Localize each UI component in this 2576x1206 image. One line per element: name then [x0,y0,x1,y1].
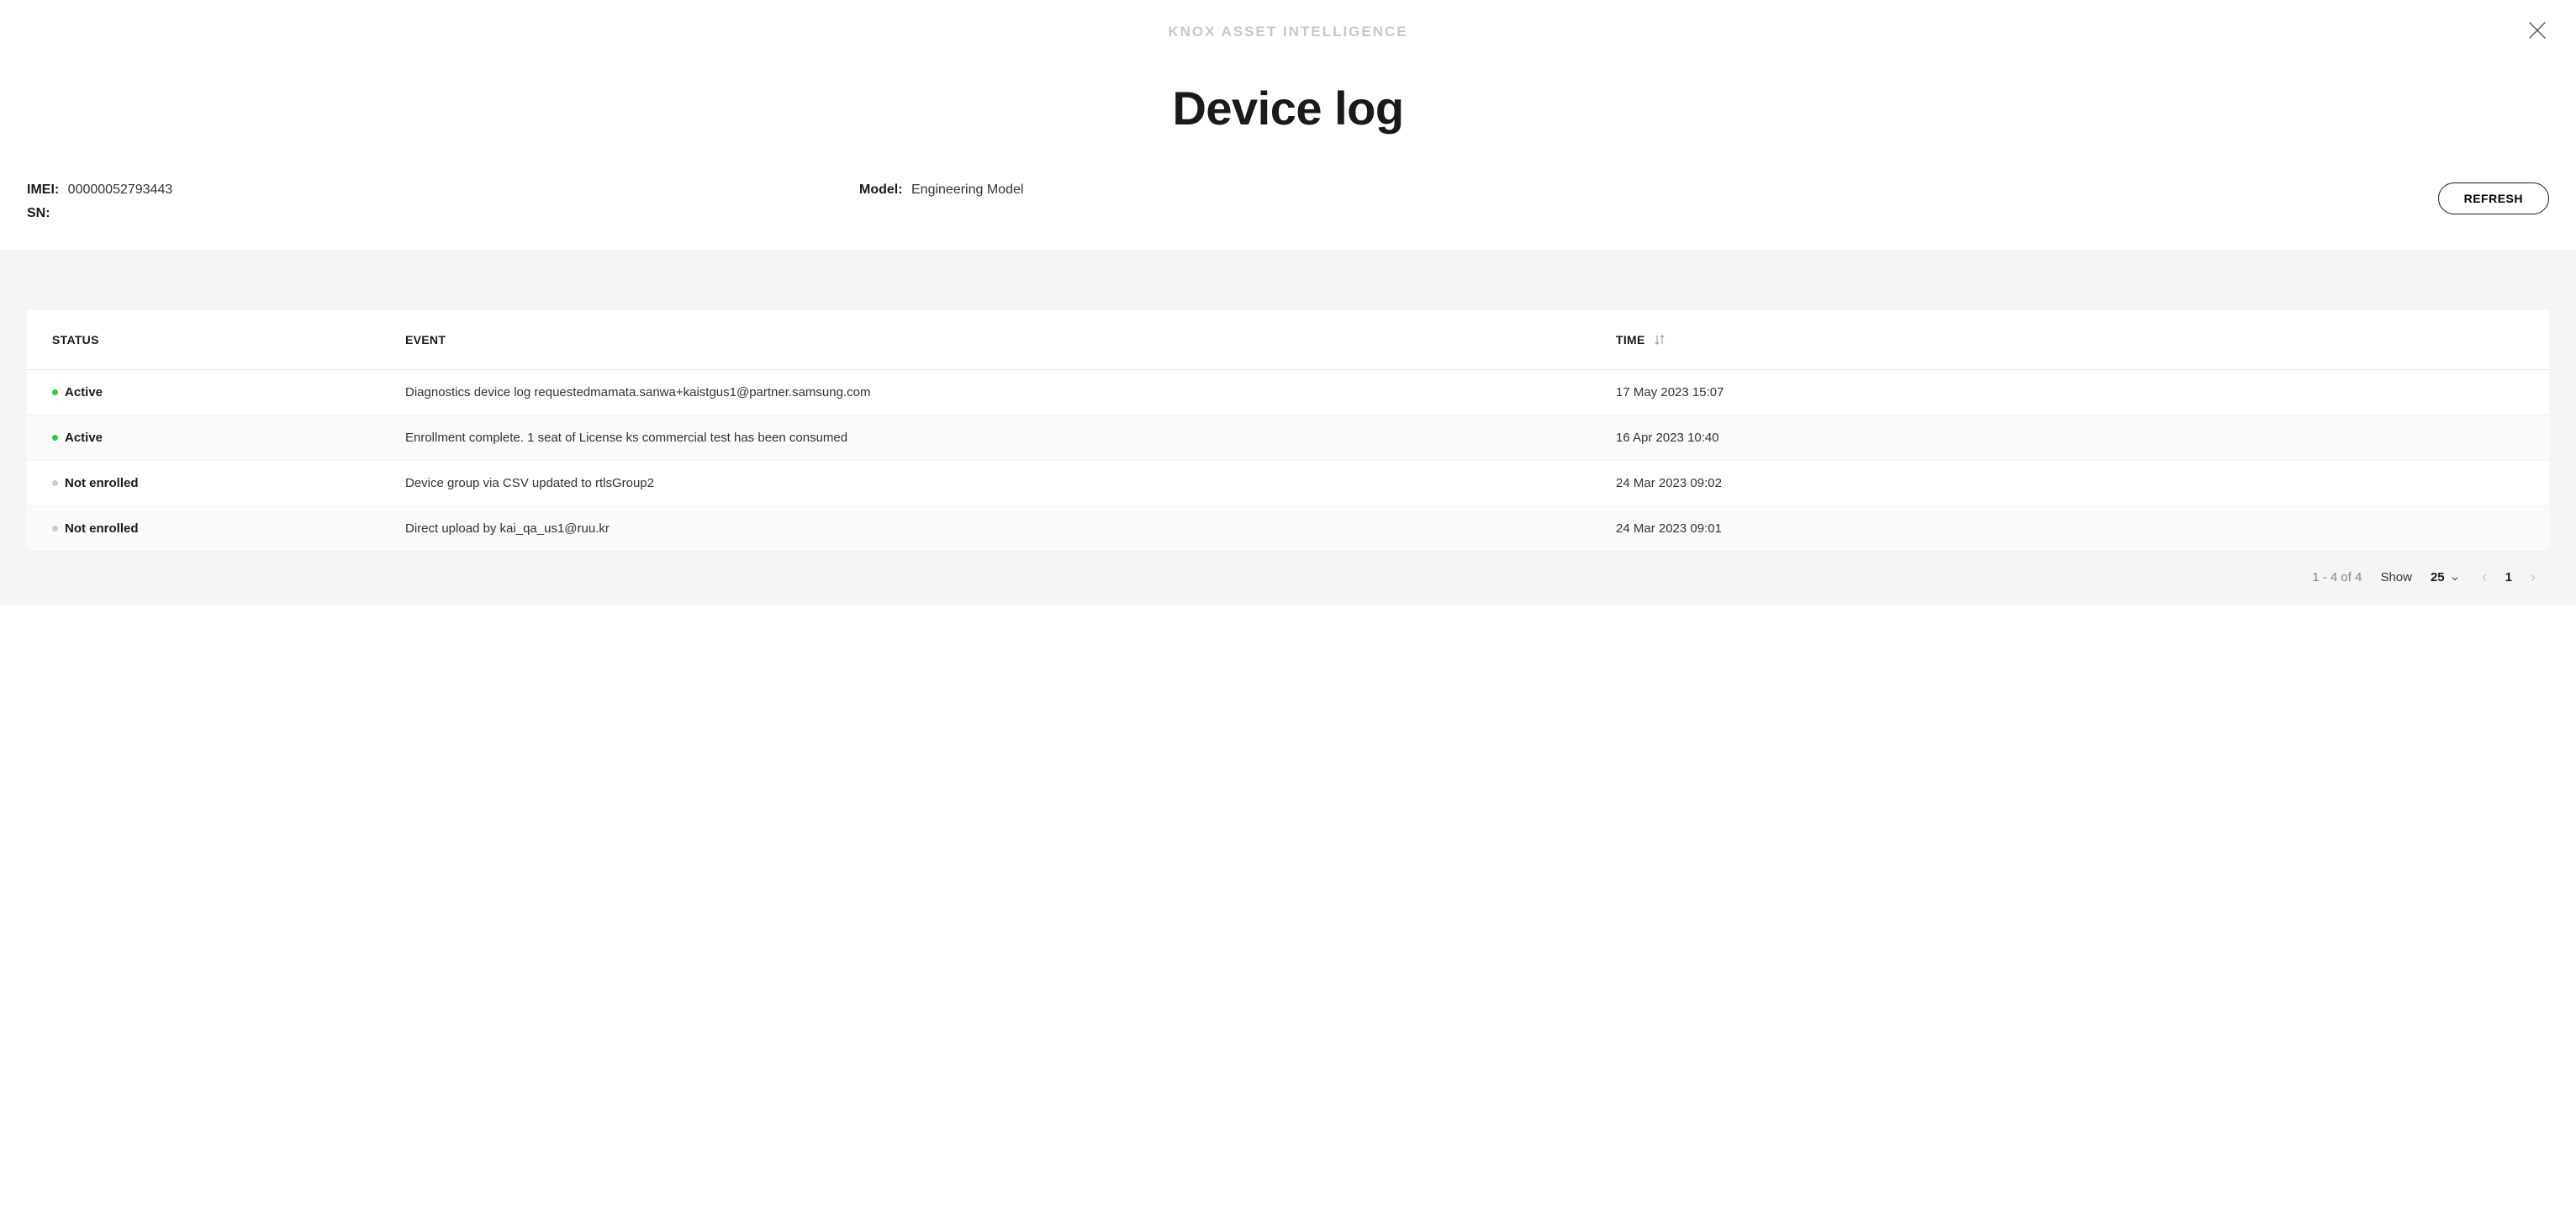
event-cell: Direct upload by kai_qa_us1@ruu.kr [380,506,1591,552]
col-header-event[interactable]: EVENT [380,310,1591,370]
chevron-down-icon [2450,573,2460,583]
col-header-time-label: TIME [1616,333,1645,346]
table-row: Active Enrollment complete. 1 seat of Lic… [27,415,2549,461]
model-value: Engineering Model [911,182,1023,197]
sn-label: SN: [27,206,50,220]
sort-icon[interactable] [1652,332,1667,347]
pager-prev-icon[interactable] [2478,572,2490,584]
time-cell: 24 Mar 2023 09:01 [1591,506,2549,552]
status-dot-icon [52,480,58,486]
status-dot-icon [52,389,58,395]
status-dot-icon [52,526,58,532]
imei-value: 00000052793443 [68,182,173,197]
status-text: Not enrolled [65,476,139,490]
col-header-time[interactable]: TIME [1591,310,2549,370]
event-cell: Device group via CSV updated to rtlsGrou… [380,461,1591,506]
table-row: Not enrolled Direct upload by kai_qa_us1@… [27,506,2549,552]
col-header-status[interactable]: STATUS [27,310,380,370]
device-log-table: STATUS EVENT TIME Active Diagnostics devi… [27,310,2549,552]
table-row: Not enrolled Device group via CSV updated… [27,461,2549,506]
status-dot-icon [52,435,58,441]
pager-page-size-value: 25 [2431,570,2445,584]
close-icon[interactable] [2526,19,2549,42]
brand-name: KNOX ASSET INTELLIGENCE [27,24,2549,40]
pager-next-icon[interactable] [2527,572,2539,584]
status-cell: Not enrolled [52,521,355,536]
pager-page-number: 1 [2505,570,2512,584]
event-cell: Diagnostics device log requestedmamata.s… [380,370,1591,415]
status-text: Active [65,431,103,445]
time-cell: 16 Apr 2023 10:40 [1591,415,2549,461]
status-text: Active [65,385,103,399]
pager-show-label: Show [2380,570,2412,584]
event-cell: Enrollment complete. 1 seat of License k… [380,415,1591,461]
refresh-button[interactable]: REFRESH [2438,182,2549,214]
status-text: Not enrolled [65,521,139,536]
imei-label: IMEI: [27,182,59,197]
model-label: Model: [859,182,903,197]
status-cell: Not enrolled [52,476,355,490]
imei-field: IMEI: 00000052793443 [27,182,859,198]
status-cell: Active [52,431,355,445]
page-title: Device log [0,81,2576,135]
pager-page-size[interactable]: 25 [2431,570,2460,584]
pager-range: 1 - 4 of 4 [2312,570,2362,584]
model-field: Model: Engineering Model [859,182,2438,198]
time-cell: 17 May 2023 15:07 [1591,370,2549,415]
sn-field: SN: [27,206,859,221]
table-row: Active Diagnostics device log requestedma… [27,370,2549,415]
time-cell: 24 Mar 2023 09:02 [1591,461,2549,506]
status-cell: Active [52,385,355,399]
